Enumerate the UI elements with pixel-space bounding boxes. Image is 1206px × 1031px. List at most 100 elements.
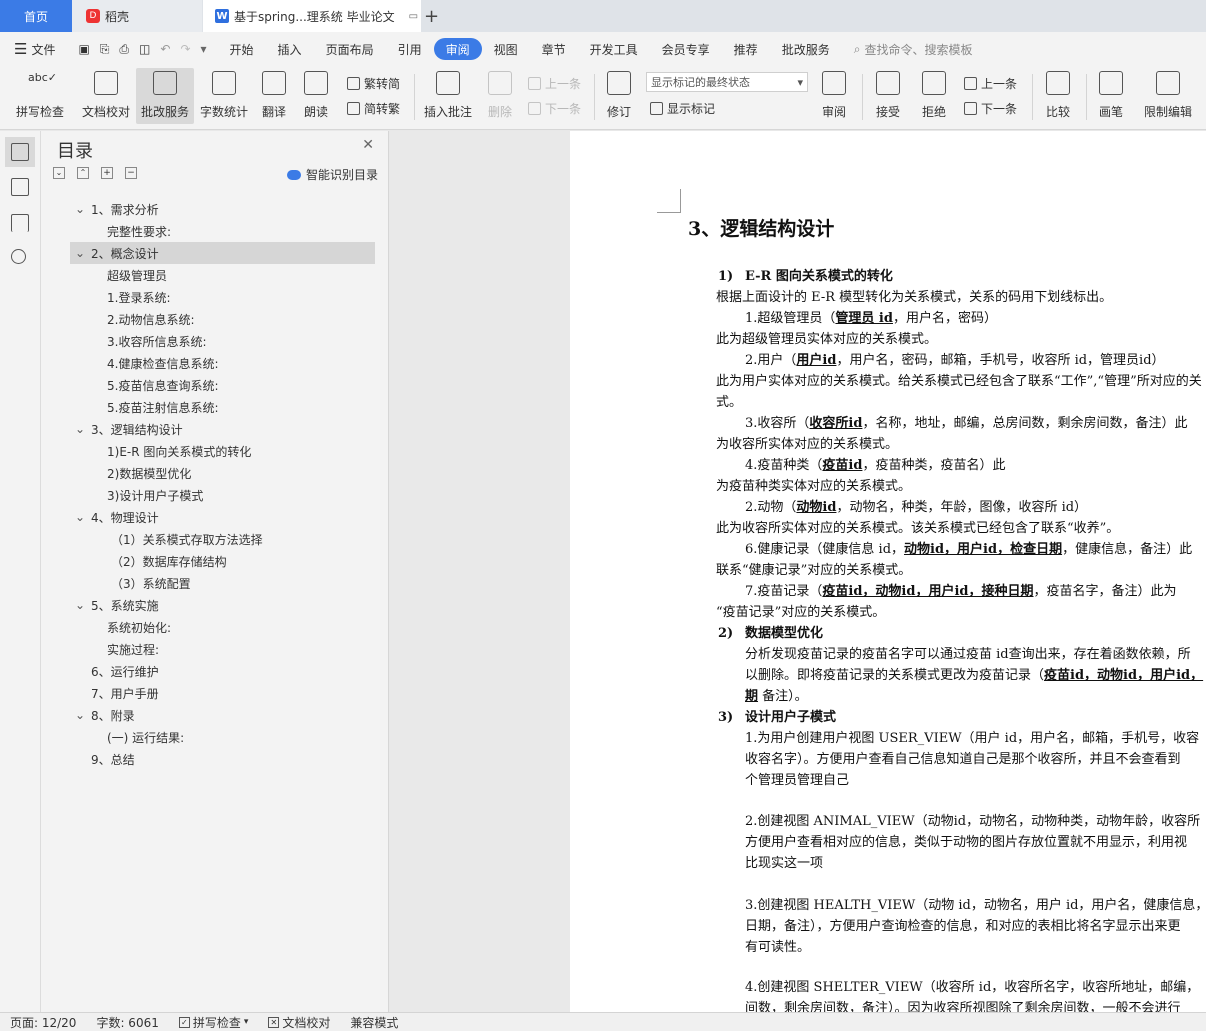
file-menu[interactable]: ☰ 文件 xyxy=(0,38,67,60)
toc-item[interactable]: ⌄ 3、逻辑结构设计 xyxy=(75,418,183,440)
toc-item[interactable]: 超级管理员 xyxy=(107,264,167,286)
undo-icon[interactable]: ↶ xyxy=(160,42,170,56)
view-3-line-3: 有可读性。 xyxy=(745,940,811,955)
add-level-icon[interactable]: + xyxy=(101,167,113,179)
smart-toc-label: 智能识别目录 xyxy=(305,168,378,182)
status-doc-check[interactable]: ✕ 文档校对 xyxy=(258,1014,340,1031)
next-change-button[interactable]: 下一条 xyxy=(964,99,1017,117)
toc-item[interactable]: ⌄ 4、物理设计 xyxy=(75,506,159,528)
toc-item[interactable]: 5.疫苗信息查询系统: xyxy=(107,374,219,396)
print-icon[interactable]: ⎙ xyxy=(119,42,129,57)
correction-service-button[interactable]: 批改服务 xyxy=(136,68,194,124)
word-count-indicator[interactable]: 字数: 6061 xyxy=(86,1014,168,1031)
reject-button[interactable]: 拒绝 xyxy=(916,68,952,124)
toc-item[interactable]: 实施过程: xyxy=(107,638,159,660)
toc-item[interactable]: 3)设计用户子模式 xyxy=(107,484,203,506)
toc-item[interactable]: 1.登录系统: xyxy=(107,286,171,308)
toc-item[interactable]: 6、运行维护 xyxy=(75,660,159,682)
section-2-para-2: 以删除。即将疫苗记录的关系模式更改为疫苗记录（疫苗id，动物id，用户id， xyxy=(745,668,1204,683)
new-tab-button[interactable]: + xyxy=(424,0,439,32)
toc-item[interactable]: 3.收容所信息系统: xyxy=(107,330,207,352)
chevron-down-icon[interactable]: ⌄ xyxy=(75,598,91,612)
delete-comment-button[interactable]: 删除 xyxy=(480,68,520,124)
menu-insert[interactable]: 插入 xyxy=(266,38,314,60)
status-spell-check[interactable]: ✓ 拼写检查 ▾ xyxy=(169,1014,259,1031)
compare-button[interactable]: 比较 xyxy=(1040,68,1076,124)
insert-comment-button[interactable]: 插入批注 xyxy=(422,68,474,124)
pen-button[interactable]: 画笔 xyxy=(1094,68,1128,124)
doc-check-button[interactable]: 文档校对 xyxy=(78,68,134,124)
chevron-down-icon[interactable]: ⌄ xyxy=(75,246,91,260)
review-pane-button[interactable]: 审阅 xyxy=(816,68,852,124)
export-pdf-icon[interactable]: ⎘ xyxy=(100,42,110,57)
toc-pane-icon[interactable] xyxy=(11,143,29,161)
save-icon[interactable]: ▣ xyxy=(78,42,89,56)
toc-item[interactable]: 5.疫苗注射信息系统: xyxy=(107,396,219,418)
menu-developer[interactable]: 开发工具 xyxy=(578,38,650,60)
document-page[interactable]: 3、逻辑结构设计 1) E-R 图向关系模式的转化 根据上面设计的 E-R 模型… xyxy=(570,131,1206,1012)
chevron-down-icon[interactable]: ⌄ xyxy=(75,510,91,524)
chevron-down-icon[interactable]: ⌄ xyxy=(75,202,91,216)
prev-comment-button[interactable]: 上一条 xyxy=(528,74,581,92)
show-markup-button[interactable]: 显示标记 xyxy=(650,99,715,117)
translate-button[interactable]: 翻译 xyxy=(256,68,292,124)
expand-all-icon[interactable]: ⌄ xyxy=(53,167,65,179)
next-comment-button[interactable]: 下一条 xyxy=(528,99,581,117)
restrict-editing-button[interactable]: 限制编辑 xyxy=(1142,68,1194,124)
tab-home[interactable]: 首页 xyxy=(0,0,72,32)
page-indicator[interactable]: 页面: 12/20 xyxy=(0,1014,86,1031)
menu-correction[interactable]: 批改服务 xyxy=(770,38,842,60)
toc-item[interactable]: （2）数据库存储结构 xyxy=(111,550,227,572)
command-search[interactable]: ⌕ 查找命令、搜索模板 xyxy=(842,38,985,60)
toc-item[interactable]: 7、用户手册 xyxy=(75,682,159,704)
smart-toc-button[interactable]: 智能识别目录 xyxy=(286,166,378,183)
toc-item[interactable]: ⌄ 2、概念设计 xyxy=(75,242,159,264)
menu-page-layout[interactable]: 页面布局 xyxy=(314,38,386,60)
menu-member[interactable]: 会员专享 xyxy=(650,38,722,60)
toc-item[interactable]: (一) 运行结果: xyxy=(107,726,184,748)
toc-item[interactable]: （1）关系模式存取方法选择 xyxy=(111,528,263,550)
toc-item[interactable]: 4.健康检查信息系统: xyxy=(107,352,219,374)
toc-item[interactable]: 2.动物信息系统: xyxy=(107,308,195,330)
track-changes-button[interactable]: 修订 xyxy=(601,68,637,124)
spell-check-button[interactable]: abc✓ 拼写检查 xyxy=(10,68,70,124)
word-count-button[interactable]: 字数统计 xyxy=(198,68,250,124)
print-preview-icon[interactable]: ◫ xyxy=(139,42,150,56)
toc-item[interactable]: 9、总结 xyxy=(75,748,135,770)
bookmark-icon[interactable] xyxy=(11,214,29,232)
redo-icon[interactable]: ↷ xyxy=(180,42,190,56)
toc-item[interactable]: ⌄ 1、需求分析 xyxy=(75,198,159,220)
simp-to-trad-button[interactable]: 简转繁 xyxy=(347,99,400,117)
remove-level-icon[interactable]: − xyxy=(125,167,137,179)
accept-button[interactable]: 接受 xyxy=(870,68,906,124)
chapter-nav-icon[interactable] xyxy=(11,178,29,196)
trad-to-simp-button[interactable]: 繁转简 xyxy=(347,74,400,92)
toc-item[interactable]: 完整性要求: xyxy=(107,220,171,242)
tab-document[interactable]: W 基于spring...理系统 毕业论文 ▭ xyxy=(203,0,421,32)
chevron-down-icon[interactable]: ⌄ xyxy=(75,708,91,722)
menu-start[interactable]: 开始 xyxy=(218,38,266,60)
customize-dropdown-icon[interactable]: ▾ xyxy=(201,42,207,56)
tab-daoke[interactable]: D 稻壳 xyxy=(72,0,202,32)
tab-pin-icon[interactable]: ▭ xyxy=(409,11,418,22)
collapse-all-icon[interactable]: ⌃ xyxy=(77,167,89,179)
toc-item[interactable]: ⌄ 8、附录 xyxy=(75,704,135,726)
toc-item[interactable]: （3）系统配置 xyxy=(111,572,191,594)
menu-references[interactable]: 引用 xyxy=(386,38,434,60)
toc-item[interactable]: 1)E-R 图向关系模式的转化 xyxy=(107,440,251,462)
view-2-line-3: 比现实这一项 xyxy=(745,856,824,871)
menu-view[interactable]: 视图 xyxy=(482,38,530,60)
menu-chapter[interactable]: 章节 xyxy=(530,38,578,60)
toc-item[interactable]: 2)数据模型优化 xyxy=(107,462,191,484)
menu-recommend[interactable]: 推荐 xyxy=(722,38,770,60)
prev-change-button[interactable]: 上一条 xyxy=(964,74,1017,92)
close-icon[interactable]: ✕ xyxy=(362,137,374,153)
chevron-down-icon[interactable]: ⌄ xyxy=(75,422,91,436)
toc-item[interactable]: 系统初始化: xyxy=(107,616,171,638)
read-aloud-icon xyxy=(304,71,328,95)
menu-review[interactable]: 审阅 xyxy=(433,38,482,60)
read-aloud-button[interactable]: 朗读 xyxy=(300,68,332,124)
toc-item[interactable]: ⌄ 5、系统实施 xyxy=(75,594,159,616)
markup-mode-select[interactable]: 显示标记的最终状态 ▾ xyxy=(646,72,808,92)
search-icon[interactable] xyxy=(11,249,26,264)
